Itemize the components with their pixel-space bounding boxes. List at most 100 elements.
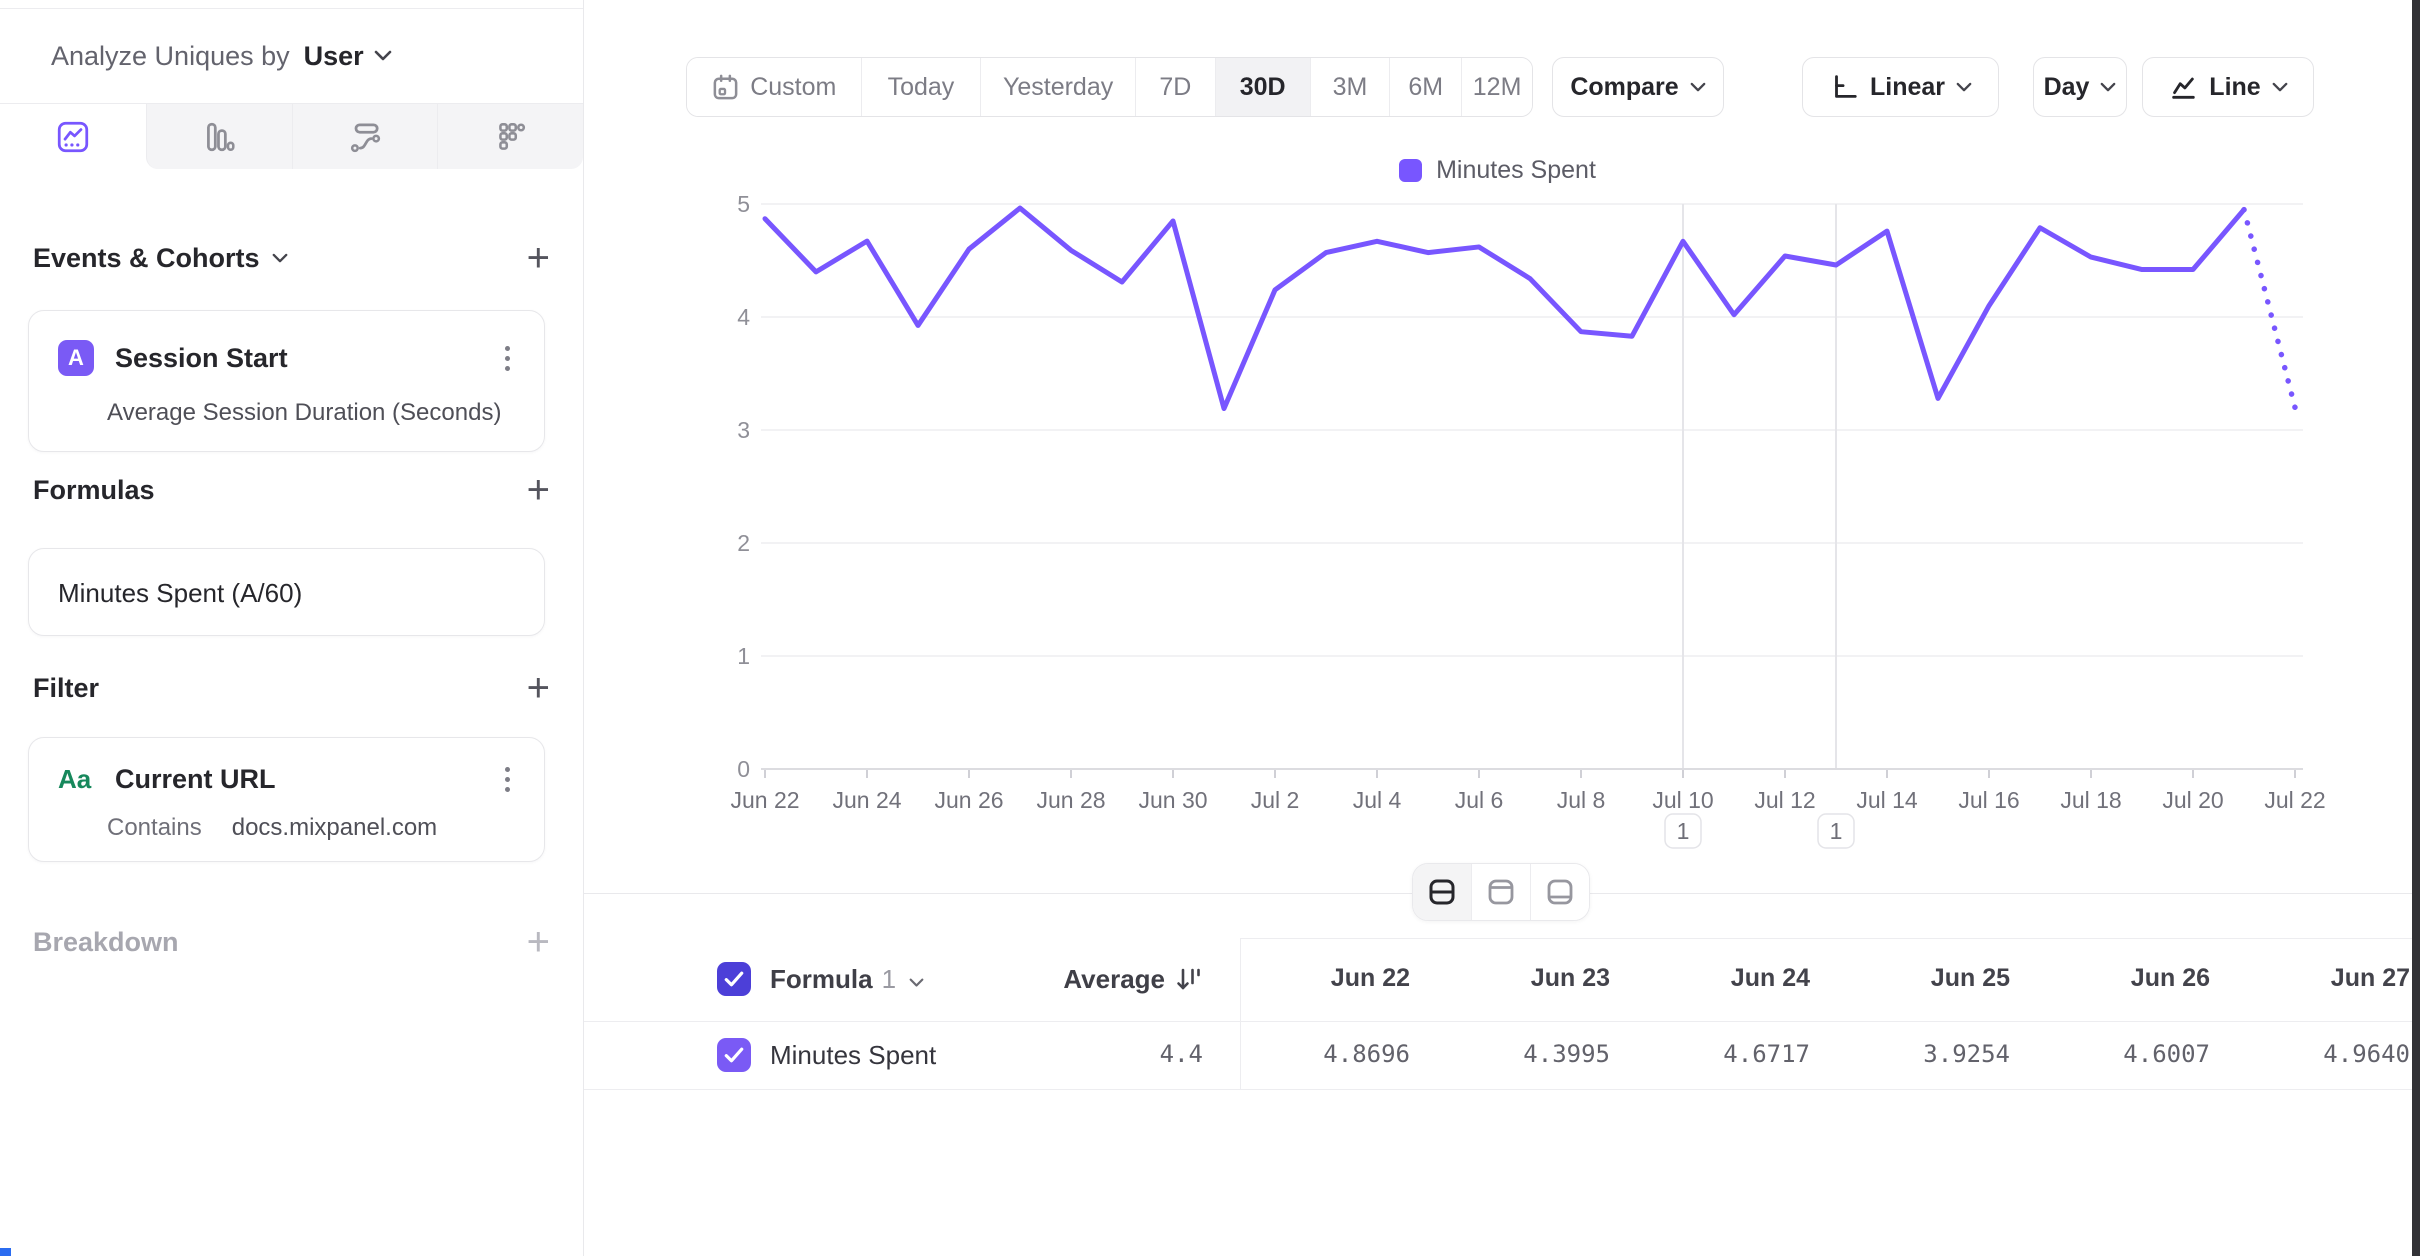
table-cell: 4.3995 [1440, 1040, 1640, 1068]
line-chart[interactable]: Jun 22Jun 24Jun 26Jun 28Jun 30Jul 2Jul 4… [583, 140, 2412, 880]
table-cell: 3.9254 [1840, 1040, 2040, 1068]
filter-value[interactable]: docs.mixpanel.com [232, 814, 437, 841]
split-view-icon [1426, 876, 1458, 908]
formula-card[interactable]: Minutes Spent (A/60) [28, 548, 545, 636]
date-column-header[interactable]: Jun 23 [1440, 964, 1640, 993]
add-event-button[interactable]: + [527, 243, 550, 273]
add-breakdown-button[interactable]: + [527, 927, 550, 957]
grid-dots-icon [493, 119, 529, 155]
x-tick-label: Jun 30 [1138, 787, 1207, 813]
layout-toggle-group [1412, 863, 1590, 921]
event-measurement[interactable]: Average Session Duration (Seconds) [29, 389, 544, 427]
chevron-down-icon [1690, 82, 1706, 93]
event-letter-badge: A [58, 340, 94, 376]
bottom-panel-icon [1544, 876, 1576, 908]
line-chart-icon [55, 119, 91, 155]
date-range-label: 7D [1159, 73, 1191, 102]
x-tick-label: Jul 18 [2060, 787, 2121, 813]
y-tick-label: 1 [737, 643, 750, 669]
formula-column-header[interactable]: Formula 1 [770, 964, 924, 995]
scale-button[interactable]: Linear [1802, 57, 1999, 117]
series-line [765, 208, 2244, 408]
granularity-label: Day [2044, 73, 2090, 102]
date-range-label: Yesterday [1003, 73, 1113, 102]
add-filter-button[interactable]: + [527, 673, 550, 703]
y-tick-label: 4 [737, 304, 750, 330]
tab-flow[interactable] [292, 104, 438, 169]
date-range-3m[interactable]: 3M [1310, 58, 1390, 116]
property-type-badge: Aa [58, 764, 100, 795]
table-cell: 4.8696 [1240, 1040, 1440, 1068]
view-table-only-button[interactable] [1530, 864, 1589, 920]
table-cell: 4.9640 [2240, 1040, 2412, 1068]
date-range-group: Custom Today Yesterday 7D 30D 3M6M12M [686, 57, 1533, 117]
date-column-header[interactable]: Jun 22 [1240, 964, 1440, 993]
compare-label: Compare [1570, 73, 1678, 102]
filter-operator[interactable]: Contains [107, 814, 202, 841]
compare-button[interactable]: Compare [1552, 57, 1724, 117]
events-cohorts-heading: Events & Cohorts + [33, 232, 550, 284]
chevron-down-icon [2272, 82, 2288, 93]
filter-card[interactable]: Aa Current URL Contains docs.mixpanel.com [28, 737, 545, 862]
annotation-badge-label: 1 [1830, 818, 1843, 844]
tab-insights-line[interactable] [0, 104, 146, 169]
analyze-uniques-selector[interactable]: User [304, 41, 392, 72]
formula-header-number: 1 [882, 964, 896, 995]
granularity-button[interactable]: Day [2033, 57, 2127, 117]
event-title: Session Start [115, 343, 501, 374]
line-chart-mini-icon [2168, 72, 2198, 102]
x-tick-label: Jul 8 [1557, 787, 1606, 813]
date-row-values: 4.86964.39954.67173.92544.60074.9640 [1240, 1040, 2412, 1068]
chart-type-button[interactable]: Line [2142, 57, 2314, 117]
bar-chart-icon [201, 119, 237, 155]
scale-label: Linear [1870, 73, 1945, 102]
date-range-label: 30D [1240, 73, 1286, 102]
x-tick-label: Jul 2 [1251, 787, 1300, 813]
sort-icon[interactable] [1175, 966, 1203, 994]
select-all-checkbox[interactable] [717, 962, 751, 996]
series-name: Minutes Spent [770, 1040, 936, 1071]
date-range-30d[interactable]: 30D [1215, 58, 1310, 116]
date-range-yesterday[interactable]: Yesterday [980, 58, 1135, 116]
window-edge-strip [2412, 0, 2420, 1256]
formulas-heading: Formulas + [33, 464, 550, 516]
tab-metrics[interactable] [437, 104, 583, 169]
date-range-today[interactable]: Today [861, 58, 981, 116]
date-range-7d[interactable]: 7D [1135, 58, 1215, 116]
x-tick-label: Jun 22 [730, 787, 799, 813]
y-tick-label: 2 [737, 530, 750, 556]
query-builder-sidebar: Analyze Uniques by User [0, 0, 584, 1256]
date-range-12m[interactable]: 12M [1461, 58, 1532, 116]
date-range-custom[interactable]: Custom [687, 58, 861, 116]
annotation-badge-label: 1 [1677, 818, 1690, 844]
date-range-6m[interactable]: 6M [1389, 58, 1461, 116]
average-column-header[interactable]: Average [1063, 964, 1165, 995]
tab-bar-chart[interactable] [146, 104, 292, 169]
chart-type-label: Line [2209, 73, 2260, 102]
date-column-header[interactable]: Jun 25 [1840, 964, 2040, 993]
date-range-label: Custom [750, 73, 836, 102]
table-header-row: Formula 1 Average Jun 22Jun 23Jun 24Jun … [583, 938, 2412, 1021]
x-tick-label: Jul 6 [1455, 787, 1504, 813]
date-column-header[interactable]: Jun 27 [2240, 964, 2412, 993]
row-checkbox[interactable] [717, 1038, 751, 1072]
view-split-button[interactable] [1413, 864, 1471, 920]
formula-header-label: Formula [770, 964, 873, 995]
event-card[interactable]: A Session Start Average Session Duration… [28, 310, 545, 452]
filter-kebab-menu-icon[interactable] [501, 763, 514, 796]
view-chart-only-button[interactable] [1471, 864, 1530, 920]
x-tick-label: Jul 10 [1652, 787, 1713, 813]
calendar-icon [711, 73, 740, 102]
filter-property: Current URL [115, 764, 501, 795]
add-formula-button[interactable]: + [527, 475, 550, 505]
event-kebab-menu-icon[interactable] [501, 342, 514, 375]
table-bottom-border [584, 1089, 2412, 1090]
analyze-uniques-value: User [304, 41, 364, 72]
date-column-header[interactable]: Jun 24 [1640, 964, 1840, 993]
date-column-header[interactable]: Jun 26 [2040, 964, 2240, 993]
flow-icon [347, 119, 383, 155]
y-tick-label: 5 [737, 191, 750, 217]
date-columns-header: Jun 22Jun 23Jun 24Jun 25Jun 26Jun 27 [1240, 964, 2412, 993]
chevron-down-icon[interactable] [272, 253, 288, 264]
x-tick-label: Jun 26 [934, 787, 1003, 813]
